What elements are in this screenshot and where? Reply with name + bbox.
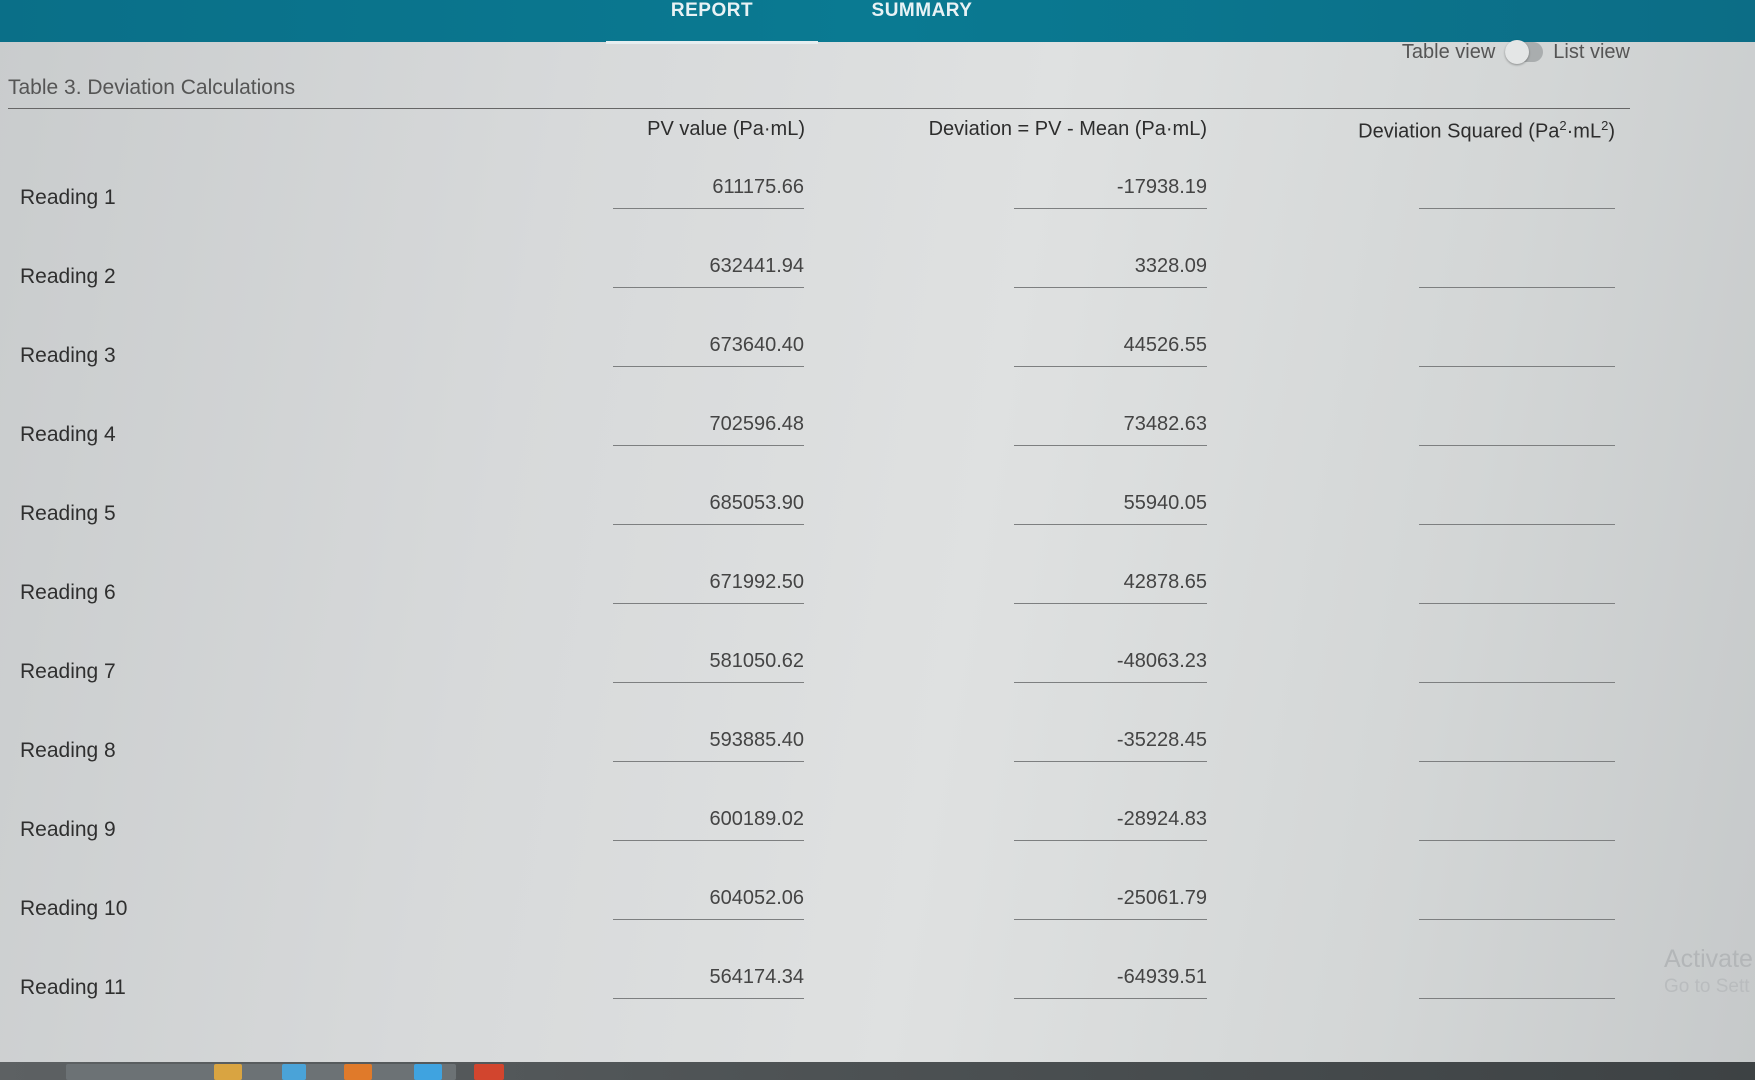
deviation-field[interactable]: -48063.23 [1014,646,1207,683]
folder-icon[interactable] [214,1064,242,1080]
tab-report[interactable]: REPORT [606,0,818,44]
deviation-squared-input[interactable] [1419,962,1615,999]
view-toggle: Table view List view [1402,38,1630,66]
deviation-squared-input[interactable] [1419,567,1615,604]
row-label: Reading 11 [20,976,126,999]
column-header-deviation: Deviation = PV - Mean (Pa·mL) [928,118,1207,140]
deviation-squared-input[interactable] [1419,804,1615,841]
deviation-squared-input[interactable] [1419,330,1615,367]
deviation-squared-input[interactable] [1419,409,1615,446]
deviation-squared-input[interactable] [1419,883,1615,920]
activation-watermark-sub: Go to Sett [1664,976,1750,997]
pv-value-field[interactable]: 564174.34 [613,962,804,999]
pv-value-field[interactable]: 685053.90 [613,488,804,525]
pv-value-field[interactable]: 581050.62 [613,646,804,683]
view-toggle-switch[interactable] [1505,40,1544,64]
pv-value-field[interactable]: 604052.06 [613,883,804,920]
deviation-field[interactable]: 42878.65 [1014,567,1207,604]
row-label: Reading 10 [20,897,128,920]
row-label: Reading 4 [20,423,116,446]
tab-summary[interactable]: SUMMARY [816,0,1028,42]
store-icon[interactable] [282,1064,306,1080]
column-header-pv: PV value (Pa·mL) [647,118,805,140]
row-label: Reading 7 [20,660,116,683]
deviation-squared-input[interactable] [1419,251,1615,288]
deviation-field[interactable]: -25061.79 [1014,883,1207,920]
deviation-squared-input[interactable] [1419,172,1615,209]
header-sq-prefix: Deviation Squared (Pa [1358,120,1560,143]
pv-value-field[interactable]: 671992.50 [613,567,804,604]
deviation-field[interactable]: 55940.05 [1014,488,1207,525]
deviation-field[interactable]: 73482.63 [1014,409,1207,446]
header-sq-mid: ·mL [1566,120,1602,143]
deviation-field[interactable]: 3328.09 [1014,251,1207,288]
deviation-field[interactable]: -64939.51 [1014,962,1207,999]
pv-value-field[interactable]: 632441.94 [613,251,804,288]
row-label: Reading 1 [20,186,116,209]
row-label: Reading 2 [20,265,116,288]
title-divider [8,108,1630,109]
row-label: Reading 6 [20,581,116,604]
chrome-icon[interactable] [474,1064,504,1080]
pv-value-field[interactable]: 593885.40 [613,725,804,762]
pv-value-field[interactable]: 702596.48 [613,409,804,446]
deviation-field[interactable]: -17938.19 [1014,172,1207,209]
list-view-label: List view [1553,40,1630,63]
table-view-label: Table view [1401,40,1496,63]
activation-watermark: Activate [1664,945,1753,973]
app-icon[interactable] [414,1064,442,1080]
header-sq-sup1: 2 [1559,118,1567,133]
taskbar-app-strip [66,1064,456,1080]
deviation-squared-input[interactable] [1419,646,1615,683]
toggle-knob [1505,40,1530,64]
deviation-squared-input[interactable] [1419,488,1615,525]
row-label: Reading 3 [20,344,116,367]
pv-value-field[interactable]: 673640.40 [613,330,804,367]
header-sq-suffix: ) [1608,120,1615,143]
row-label: Reading 5 [20,502,116,525]
deviation-squared-input[interactable] [1419,725,1615,762]
deviation-field[interactable]: -28924.83 [1014,804,1207,841]
row-label: Reading 8 [20,739,116,762]
pv-value-field[interactable]: 600189.02 [613,804,804,841]
browser-icon[interactable] [344,1064,372,1080]
deviation-field[interactable]: 44526.55 [1014,330,1207,367]
os-taskbar [0,1062,1755,1080]
deviation-field[interactable]: -35228.45 [1014,725,1207,762]
column-header-deviation-squared: Deviation Squared (Pa2·mL2) [1358,118,1615,144]
table-title: Table 3. Deviation Calculations [8,76,296,99]
pv-value-field[interactable]: 611175.66 [613,172,804,209]
row-label: Reading 9 [20,818,116,841]
top-navigation-bar: REPORT SUMMARY [0,0,1755,44]
